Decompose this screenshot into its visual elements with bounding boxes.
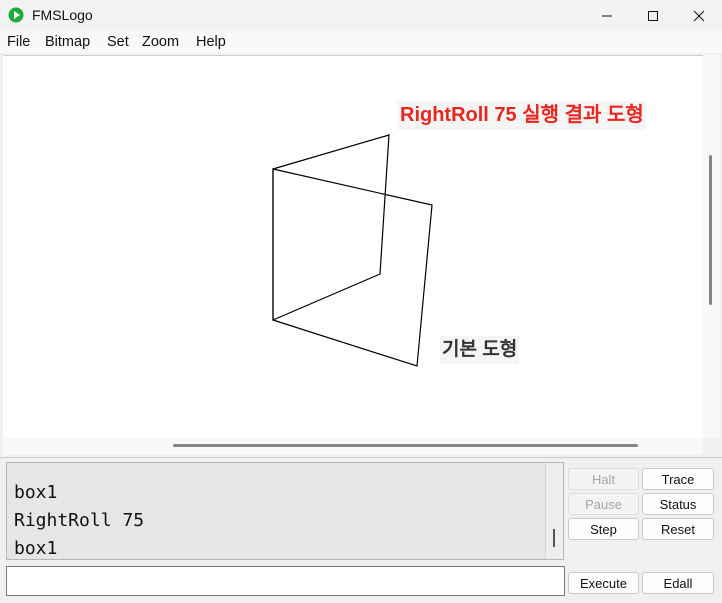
fmslogo-app-icon: [8, 7, 24, 23]
history-scrollbar[interactable]: [545, 463, 563, 559]
close-icon: [693, 10, 705, 21]
horizontal-scroll-thumb[interactable]: [173, 444, 638, 447]
history-line[interactable]: RightRoll 75: [14, 510, 144, 531]
menu-zoom[interactable]: Zoom: [142, 34, 179, 50]
status-button[interactable]: Status: [642, 493, 714, 515]
edall-button[interactable]: Edall: [642, 572, 714, 594]
step-button[interactable]: Step: [568, 518, 639, 540]
window-title: FMSLogo: [32, 7, 93, 23]
minimize-icon: [602, 15, 612, 16]
commander-panel: box1 RightRoll 75 box1 Halt Trace Pause …: [0, 457, 722, 603]
minimize-button[interactable]: [584, 0, 630, 31]
menu-file[interactable]: File: [7, 34, 30, 50]
history-line[interactable]: box1: [14, 538, 57, 559]
trace-button[interactable]: Trace: [642, 468, 714, 490]
close-button[interactable]: [676, 0, 722, 31]
history-line[interactable]: box1: [14, 482, 57, 503]
scrollbar-corner: [703, 438, 720, 455]
result-shape-label: RightRoll 75 실행 결과 도형: [398, 101, 646, 130]
menu-set[interactable]: Set: [107, 34, 129, 50]
canvas-vertical-scrollbar[interactable]: [703, 55, 720, 438]
menu-bitmap[interactable]: Bitmap: [45, 34, 90, 50]
menu-bar: File Bitmap Set Zoom Help: [0, 31, 722, 53]
history-scroll-thumb[interactable]: [553, 529, 555, 547]
command-history[interactable]: box1 RightRoll 75 box1: [6, 462, 564, 560]
base-shape: [272, 168, 433, 367]
vertical-scroll-thumb[interactable]: [709, 155, 712, 305]
maximize-icon: [648, 10, 658, 21]
title-bar: FMSLogo: [0, 0, 722, 31]
reset-button[interactable]: Reset: [642, 518, 714, 540]
execute-button[interactable]: Execute: [568, 572, 639, 594]
pause-button[interactable]: Pause: [568, 493, 639, 515]
command-input[interactable]: [6, 566, 565, 596]
maximize-button[interactable]: [630, 0, 676, 31]
base-shape-label: 기본 도형: [440, 336, 520, 364]
halt-button[interactable]: Halt: [568, 468, 639, 490]
rightroll-result-shape: [272, 134, 390, 321]
canvas-horizontal-scrollbar[interactable]: [3, 438, 703, 455]
menu-help[interactable]: Help: [196, 34, 226, 50]
